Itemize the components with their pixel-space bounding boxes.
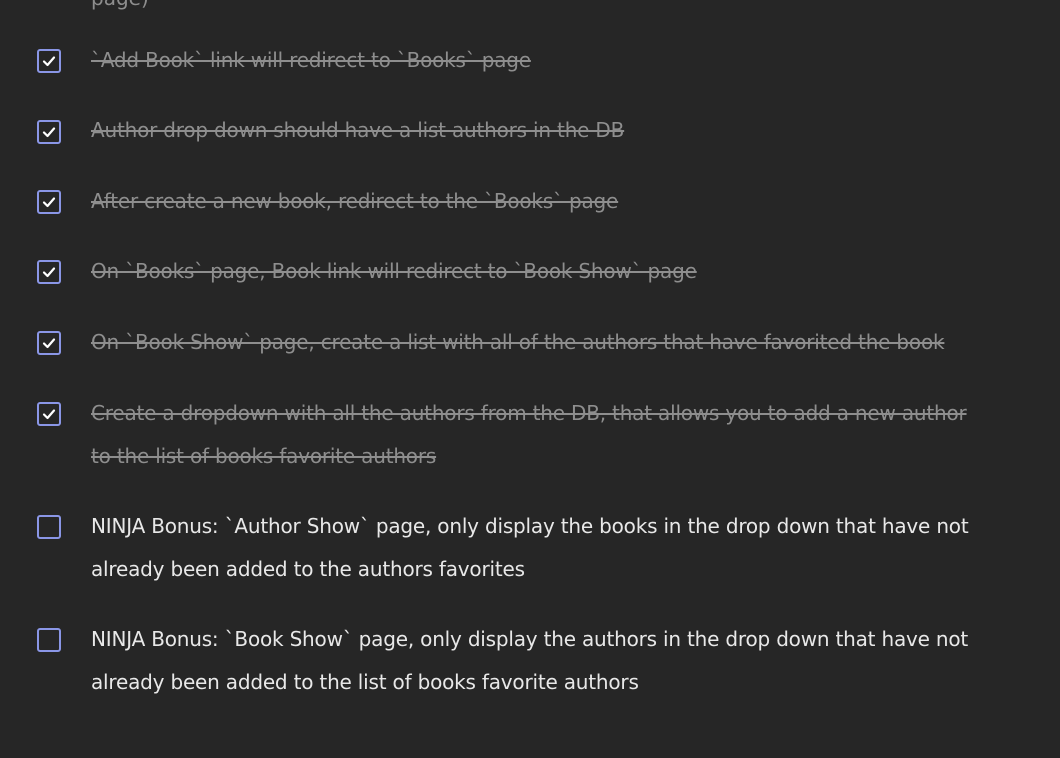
task-checkbox[interactable]	[37, 49, 61, 73]
task-label: Create a dropdown with all the authors f…	[91, 401, 967, 468]
task-label: On `Book Show` page, create a list with …	[91, 330, 945, 354]
task-label: NINJA Bonus: `Book Show` page, only disp…	[91, 627, 969, 694]
check-icon	[42, 197, 56, 208]
task-checkbox[interactable]	[37, 120, 61, 144]
task-checkbox[interactable]	[37, 628, 61, 652]
check-icon	[42, 338, 56, 349]
task-label: After create a new book, redirect to the…	[91, 189, 619, 213]
task-checkbox[interactable]	[37, 515, 61, 539]
task-checkbox[interactable]	[37, 190, 61, 214]
check-icon	[42, 127, 56, 138]
task-label: `Add Book` link will redirect to `Books`…	[91, 48, 531, 72]
task-checkbox[interactable]	[37, 402, 61, 426]
clipped-task-label: page)	[91, 0, 149, 10]
check-icon	[42, 409, 56, 420]
task-label: NINJA Bonus: `Author Show` page, only di…	[91, 514, 969, 581]
check-icon	[42, 56, 56, 67]
task-label: Author drop down should have a list auth…	[91, 118, 625, 142]
task-label: On `Books` page, Book link will redirect…	[91, 259, 697, 283]
task-checkbox[interactable]	[37, 331, 61, 355]
task-list: page) `Add Book` link will redirect to `…	[0, 0, 1060, 758]
task-checkbox[interactable]	[37, 260, 61, 284]
check-icon	[42, 267, 56, 278]
